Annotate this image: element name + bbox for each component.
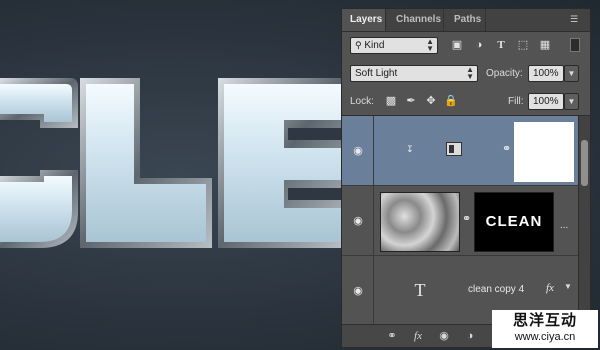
shape-filter-icon[interactable]: ⬚	[516, 38, 530, 52]
blend-mode-select[interactable]: Soft Light ▲ ▼	[350, 65, 478, 82]
filter-toggle-switch[interactable]	[570, 38, 580, 52]
clipping-arrow-icon: ↧	[406, 144, 414, 154]
fill-input[interactable]: 100%	[528, 93, 564, 110]
chain-link-icon[interactable]: ⚭	[502, 142, 511, 155]
type-filter-icon[interactable]: T	[494, 38, 508, 52]
search-icon: ⚲	[355, 40, 362, 50]
tab-paths[interactable]: Paths	[446, 9, 486, 31]
lock-brush-icon[interactable]: ✒	[404, 94, 418, 108]
type-layer-icon: T	[414, 280, 426, 300]
layers-panel: Layers Channels Paths ☰ ⚲ Kind ▲ ▼ ▣ ◑ T …	[341, 8, 591, 348]
visibility-toggle[interactable]: ◉	[342, 256, 374, 324]
filter-kind-label: Kind	[364, 40, 385, 51]
layers-scrollbar[interactable]	[578, 116, 590, 324]
mask-icon[interactable]: ◉	[436, 328, 452, 344]
watermark-url: www.ciya.cn	[514, 331, 576, 343]
chevron-updown-icon: ▲ ▼	[426, 37, 434, 53]
fx-icon[interactable]: fx	[410, 328, 426, 344]
filter-kind-select[interactable]: ⚲ Kind ▲ ▼	[350, 37, 438, 54]
lock-move-icon[interactable]: ✥	[424, 94, 438, 108]
adjustment-filter-icon[interactable]: ◑	[472, 38, 486, 52]
fx-icon[interactable]: fx	[546, 282, 554, 294]
lock-row: Lock: ▩ ✒ ✥ 🔒 Fill: 100% ▼	[342, 91, 590, 113]
opacity-input[interactable]: 100%	[528, 65, 564, 82]
image-filter-icon[interactable]: ▣	[450, 38, 464, 52]
lock-all-icon[interactable]: 🔒	[444, 94, 458, 108]
lock-transparent-icon[interactable]: ▩	[384, 94, 398, 108]
letter-c-left	[0, 78, 78, 248]
clean-text-artwork	[0, 78, 341, 248]
lock-label: Lock:	[350, 96, 374, 107]
visibility-toggle[interactable]: ◉	[342, 186, 374, 255]
tab-layers[interactable]: Layers	[342, 9, 386, 31]
scrollbar-thumb[interactable]	[581, 140, 588, 186]
visibility-toggle[interactable]: ◉	[342, 116, 374, 185]
opacity-label: Opacity:	[486, 68, 523, 79]
clouds-layer-thumbnail[interactable]	[380, 192, 460, 252]
watermark-brand: 思洋互动	[512, 311, 577, 329]
eye-icon: ◉	[353, 144, 363, 157]
layer-row-adjustment[interactable]: ◉ ↧ ⚭	[342, 116, 578, 186]
chevron-updown-icon: ▲ ▼	[466, 65, 474, 81]
letter-l	[80, 78, 212, 248]
expand-arrow-icon[interactable]: ▼	[564, 282, 572, 291]
layer-name[interactable]: clean copy 4	[468, 284, 524, 295]
layer-ellipsis: ...	[560, 220, 569, 231]
layers-list: ◉ ↧ ⚭ ◉ ⚭ CLEAN ... ◉ T clean copy 4 fx …	[342, 115, 590, 324]
tab-channels[interactable]: Channels	[388, 9, 444, 31]
panel-tab-bar: Layers Channels Paths ☰	[342, 9, 590, 32]
adjustment-thumb-icon	[446, 142, 462, 156]
link-icon[interactable]: ⚭	[384, 328, 400, 344]
eye-icon: ◉	[353, 214, 363, 227]
fill-dropdown-button[interactable]: ▼	[564, 93, 579, 110]
layer-mask-thumbnail[interactable]	[514, 122, 574, 182]
smart-object-filter-icon[interactable]: ▦	[538, 38, 552, 52]
chain-link-icon[interactable]: ⚭	[462, 212, 471, 225]
blend-mode-value: Soft Light	[355, 68, 398, 79]
eye-icon: ◉	[353, 284, 363, 297]
text-mask-thumbnail[interactable]: CLEAN	[474, 192, 554, 252]
opacity-dropdown-button[interactable]: ▼	[564, 65, 579, 82]
fill-label: Fill:	[508, 96, 524, 107]
panel-menu-icon[interactable]: ☰	[570, 13, 584, 25]
layer-row-clean[interactable]: ◉ ⚭ CLEAN ...	[342, 186, 578, 256]
blend-row: Soft Light ▲ ▼ Opacity: 100% ▼	[342, 65, 590, 87]
adjustment-icon[interactable]: ◑	[462, 328, 478, 344]
layer-filter-row: ⚲ Kind ▲ ▼ ▣ ◑ T ⬚ ▦	[342, 35, 590, 57]
letter-e	[218, 78, 341, 248]
watermark-badge: 思洋互动 www.ciya.cn	[492, 310, 598, 348]
